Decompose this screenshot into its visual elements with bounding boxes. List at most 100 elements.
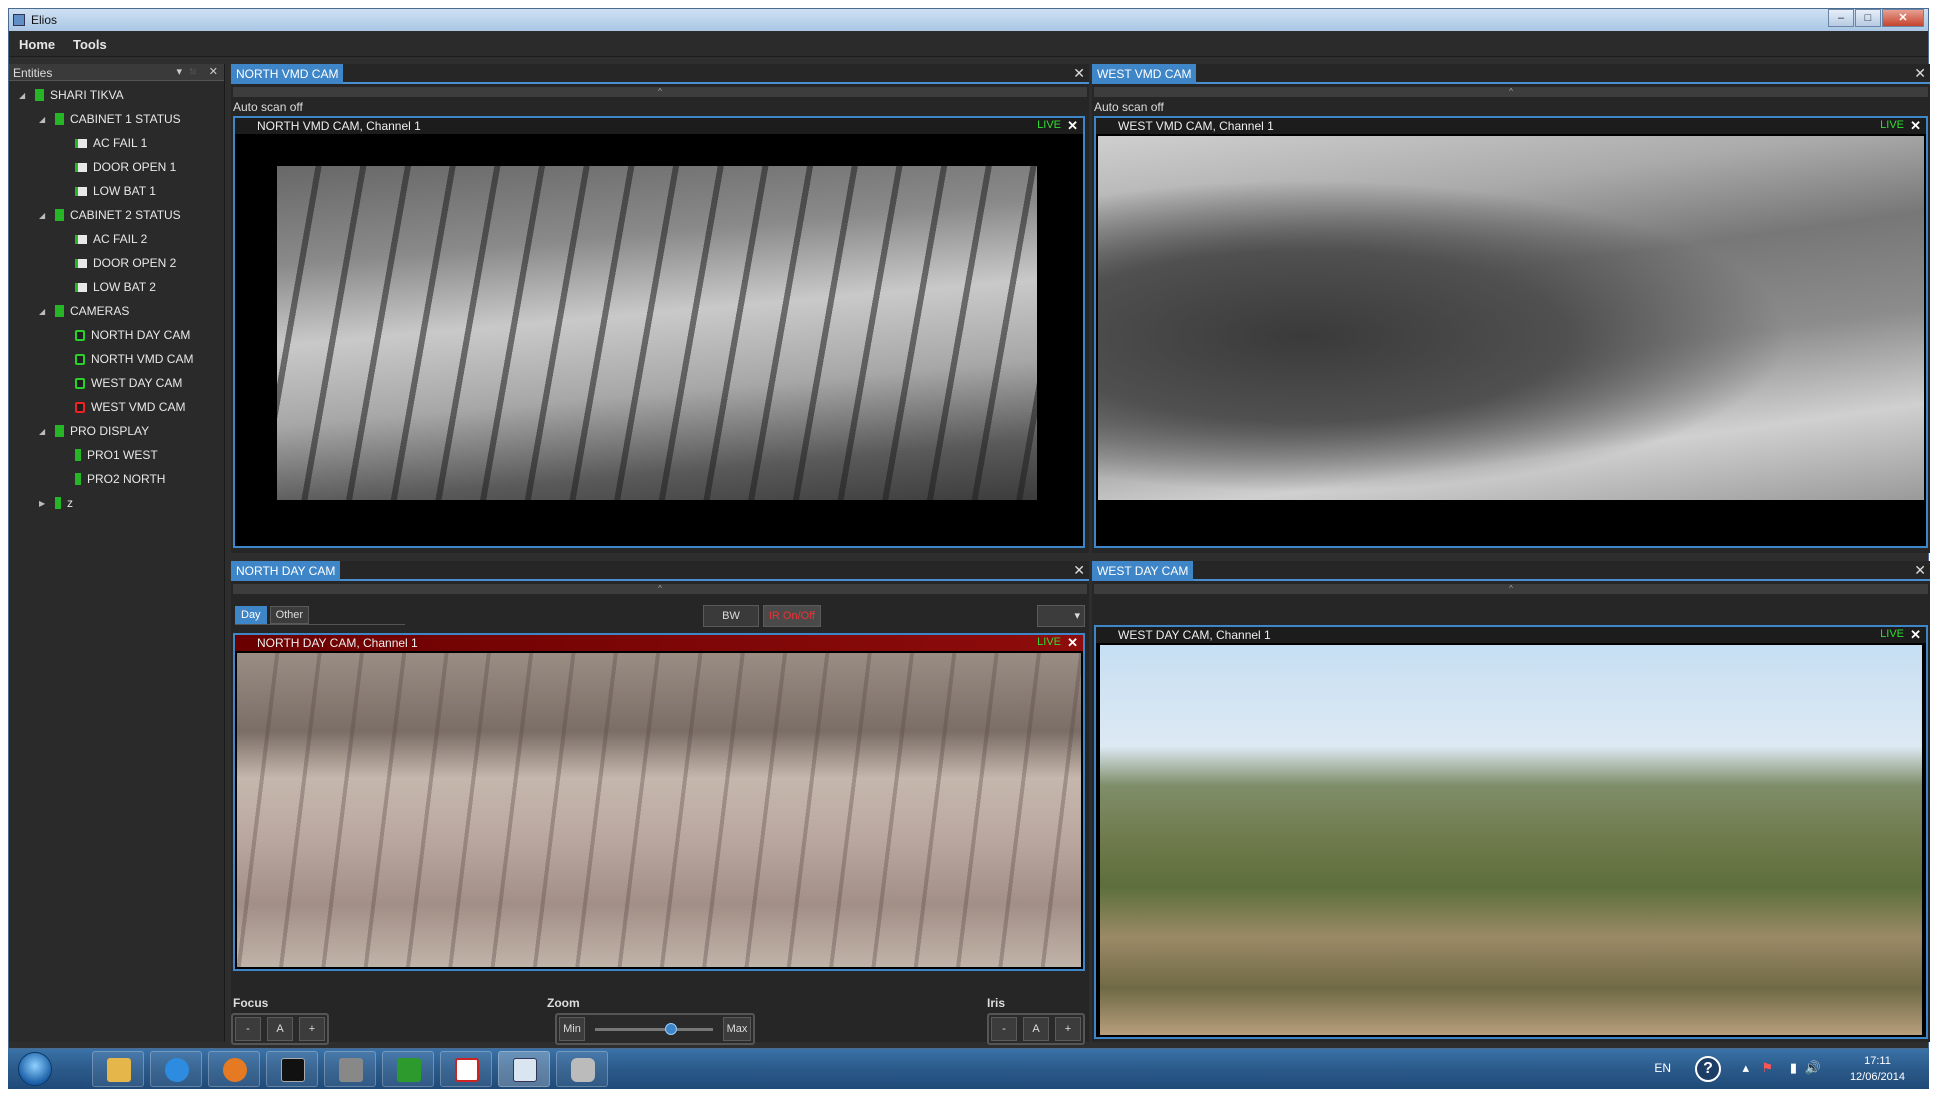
language-indicator[interactable]: EN (1654, 1061, 1671, 1075)
focus-auto-button[interactable]: A (267, 1017, 293, 1041)
tree-item-label: AC FAIL 2 (93, 232, 148, 246)
close-icon[interactable]: ✕ (1914, 562, 1926, 579)
zoom-slider-thumb[interactable] (665, 1023, 678, 1035)
start-button[interactable] (18, 1052, 52, 1086)
tab-west-vmd-cam[interactable]: WEST VMD CAM (1092, 64, 1197, 84)
tree-item[interactable]: LOW BAT 1 (59, 181, 156, 201)
collapse-handle[interactable]: ^ (233, 584, 1087, 594)
tab-north-day-cam[interactable]: NORTH DAY CAM (231, 561, 341, 581)
status-bar-icon (75, 473, 81, 485)
tree-item[interactable]: ◢ CAMERAS (39, 301, 129, 321)
explorer-taskbar-button[interactable] (92, 1051, 144, 1087)
tree-item[interactable]: ◢ SHARI TIKVA (19, 85, 124, 105)
close-icon[interactable]: ✕ (1914, 65, 1926, 82)
tab-other[interactable]: Other (269, 605, 310, 624)
tree-item[interactable]: NORTH DAY CAM (59, 325, 190, 345)
camera-taskbar-button[interactable] (556, 1051, 608, 1087)
help-icon[interactable]: ? (1695, 1056, 1721, 1082)
map-icon (397, 1058, 421, 1082)
tree-item[interactable]: PRO2 NORTH (59, 469, 165, 489)
video-channel-title: WEST VMD CAM, Channel 1 (1118, 119, 1274, 133)
tree-item-label: NORTH DAY CAM (91, 328, 191, 342)
tray-expand-icon[interactable]: ▴ (1742, 1060, 1749, 1076)
collapse-handle[interactable]: ^ (1094, 87, 1928, 97)
expand-arrow-icon[interactable]: ◢ (39, 211, 49, 220)
expand-arrow-icon[interactable]: ◢ (39, 307, 49, 316)
focus-plus-button[interactable]: + (299, 1017, 325, 1041)
zoom-max-button[interactable]: Max (723, 1017, 751, 1041)
network-icon[interactable]: ▮ (1790, 1060, 1797, 1076)
ir-toggle-button[interactable]: IR On/Off (763, 605, 821, 627)
vc-taskbar-button[interactable] (440, 1051, 492, 1087)
clock[interactable]: 17:11 12/06/2014 (1850, 1053, 1905, 1085)
elios-taskbar-button[interactable] (498, 1051, 550, 1087)
iris-auto-button[interactable]: A (1023, 1017, 1049, 1041)
media-player-taskbar-button[interactable] (208, 1051, 260, 1087)
preset-dropdown[interactable]: ▾ (1037, 605, 1085, 627)
group-status-icon (55, 113, 64, 125)
tool-taskbar-button[interactable] (324, 1051, 376, 1087)
video-view-north-vmd[interactable]: NORTH VMD CAM, Channel 1 LIVE ✕ (233, 116, 1085, 548)
expand-arrow-icon[interactable]: ◢ (39, 115, 49, 124)
focus-label: Focus (233, 996, 269, 1010)
tree-item[interactable]: AC FAIL 1 (59, 133, 147, 153)
video-view-north-day[interactable]: NORTH DAY CAM, Channel 1 LIVE ✕ (233, 633, 1085, 971)
maximize-button[interactable]: □ (1855, 9, 1881, 27)
tree-item[interactable]: DOOR OPEN 1 (59, 157, 176, 177)
tree-item[interactable]: AC FAIL 2 (59, 229, 147, 249)
tree-item[interactable]: WEST DAY CAM (59, 373, 182, 393)
tree-item[interactable]: ▶ z (39, 493, 73, 513)
iris-minus-button[interactable]: - (991, 1017, 1017, 1041)
auto-scan-status: Auto scan off (1094, 100, 1164, 114)
tree-item[interactable]: PRO1 WEST (59, 445, 158, 465)
tree-item[interactable]: ◢ CABINET 1 STATUS (39, 109, 181, 129)
close-icon[interactable]: ✕ (1067, 118, 1078, 134)
sidebar-dropdown-icon[interactable]: ▾ (176, 65, 182, 78)
expand-arrow-icon[interactable]: ▶ (39, 499, 49, 508)
tree-item-label: WEST VMD CAM (91, 400, 186, 414)
tree-item[interactable]: WEST VMD CAM (59, 397, 185, 417)
pin-icon[interactable]: ◾ (186, 65, 200, 78)
close-icon[interactable]: ✕ (1910, 118, 1921, 134)
close-icon[interactable]: ✕ (1067, 635, 1078, 651)
iris-plus-button[interactable]: + (1055, 1017, 1081, 1041)
tab-north-vmd-cam[interactable]: NORTH VMD CAM (231, 64, 344, 84)
map-app-taskbar-button[interactable] (382, 1051, 434, 1087)
tab-west-day-cam[interactable]: WEST DAY CAM (1092, 561, 1194, 581)
browser-taskbar-button[interactable] (150, 1051, 202, 1087)
collapse-handle[interactable]: ^ (233, 87, 1087, 97)
tree-item[interactable]: DOOR OPEN 2 (59, 253, 176, 273)
entities-sidebar: Entities ▾ ◾ ✕ ◢ SHARI TIKVA ◢ CABINET 1 ST… (9, 64, 225, 1042)
tree-item-label: PRO DISPLAY (70, 424, 150, 438)
tree-item[interactable]: ◢ CABINET 2 STATUS (39, 205, 181, 225)
live-badge: LIVE (1037, 636, 1061, 648)
minimize-button[interactable]: – (1828, 9, 1854, 27)
zoom-min-button[interactable]: Min (559, 1017, 585, 1041)
close-button[interactable]: ✕ (1882, 9, 1924, 27)
expand-arrow-icon[interactable]: ◢ (39, 427, 49, 436)
menu-tools[interactable]: Tools (73, 37, 107, 52)
action-center-flag-icon[interactable]: ⚑ (1761, 1060, 1773, 1076)
zoom-slider[interactable] (591, 1017, 717, 1041)
sidebar-close-icon[interactable]: ✕ (209, 65, 218, 78)
focus-minus-button[interactable]: - (235, 1017, 261, 1041)
console-taskbar-button[interactable] (266, 1051, 318, 1087)
tree-item[interactable]: LOW BAT 2 (59, 277, 156, 297)
tab-day[interactable]: Day (235, 605, 267, 624)
bw-button[interactable]: BW (703, 605, 759, 627)
video-view-west-vmd[interactable]: WEST VMD CAM, Channel 1 LIVE ✕ (1094, 116, 1928, 548)
close-icon[interactable]: ✕ (1910, 627, 1921, 643)
volume-icon[interactable]: 🔊 (1805, 1060, 1821, 1076)
expand-arrow-icon[interactable]: ◢ (19, 91, 29, 100)
tab-strip: NORTH DAY CAM ✕ (231, 561, 1089, 581)
video-view-west-day[interactable]: WEST DAY CAM, Channel 1 LIVE ✕ (1094, 625, 1928, 1039)
title-bar[interactable]: Elios – □ ✕ (9, 9, 1928, 31)
collapse-handle[interactable]: ^ (1094, 584, 1928, 594)
tree-item[interactable]: ◢ PRO DISPLAY (39, 421, 149, 441)
menu-home[interactable]: Home (19, 37, 55, 52)
close-icon[interactable]: ✕ (1073, 562, 1085, 579)
close-icon[interactable]: ✕ (1073, 65, 1085, 82)
sensor-icon (75, 186, 87, 196)
clock-time: 17:11 (1864, 1055, 1891, 1067)
tree-item[interactable]: NORTH VMD CAM (59, 349, 193, 369)
